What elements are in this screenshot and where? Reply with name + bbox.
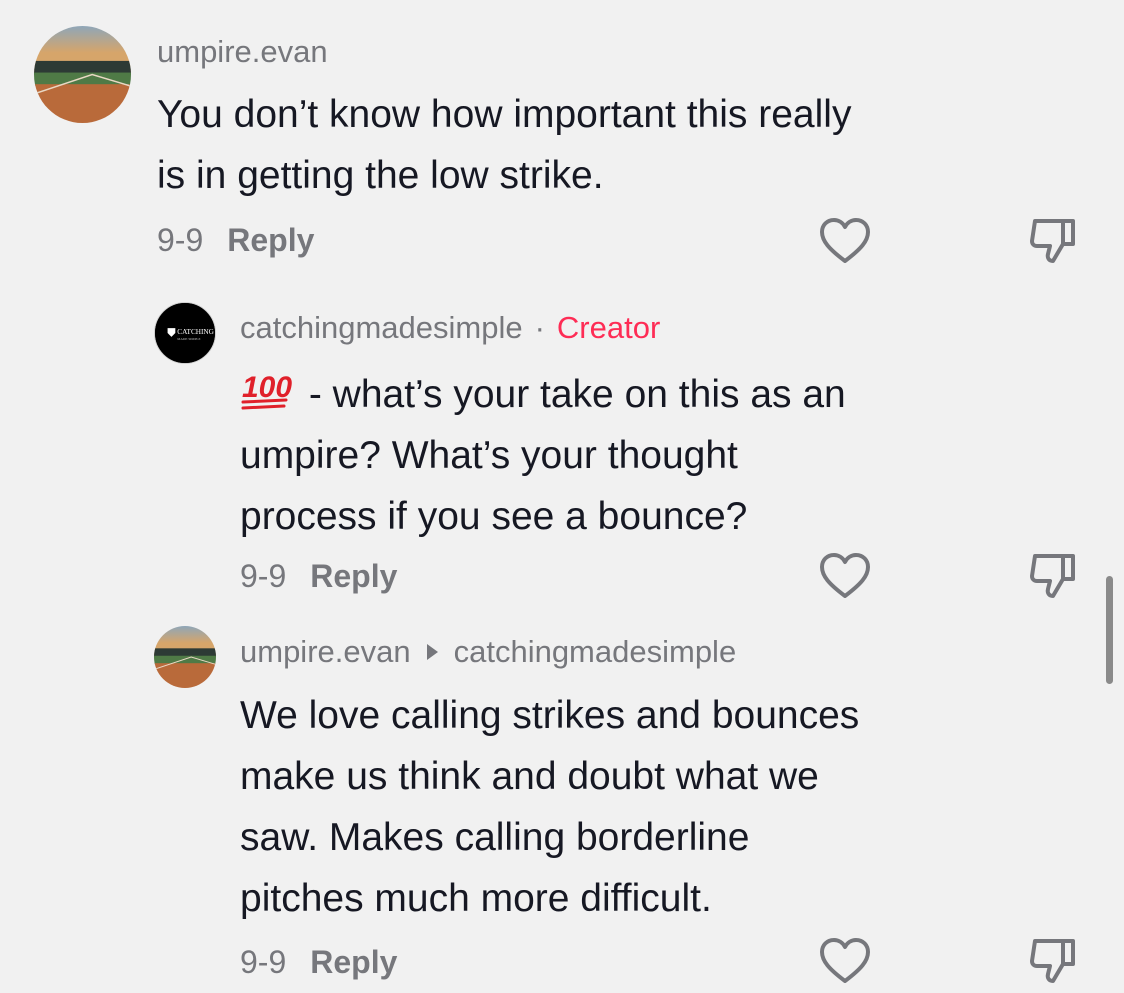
- like-button[interactable]: [817, 213, 873, 269]
- heart-outline-icon: [820, 218, 870, 263]
- comment-text: You don’t know how important this really…: [157, 84, 851, 206]
- username[interactable]: catchingmadesimple: [240, 310, 523, 346]
- logo-text: CATCHING: [177, 328, 214, 336]
- thumbs-down-icon: [1030, 554, 1075, 598]
- scrollbar[interactable]: [1106, 576, 1113, 684]
- comment-date: 9-9: [157, 222, 204, 258]
- comment-date: 9-9: [240, 558, 287, 594]
- avatar[interactable]: [34, 26, 131, 123]
- comment-date: 9-9: [240, 944, 287, 980]
- separator-dot: ·: [534, 310, 545, 345]
- comment-text-line: 100 - what’s your take on this as an: [240, 364, 846, 425]
- logo-subtext: MADE SIMPLE: [177, 337, 200, 341]
- reply-arrow-icon: [426, 644, 438, 660]
- dislike-button[interactable]: [1025, 548, 1081, 604]
- comment-text-line: umpire? What’s your thought: [240, 434, 738, 477]
- reply-button[interactable]: Reply: [310, 558, 397, 594]
- dislike-button[interactable]: [1025, 213, 1081, 269]
- comment-text-line: process if you see a bounce?: [240, 495, 748, 538]
- comment-text-line: saw. Makes calling borderline: [240, 816, 750, 859]
- comment-text-line: You don’t know how important this really: [157, 93, 852, 136]
- reply-to-username[interactable]: catchingmadesimple: [454, 634, 737, 670]
- like-button[interactable]: [817, 548, 873, 604]
- comment-text: 100 - what’s your take on this as an ump…: [240, 364, 846, 547]
- thumbs-down-icon: [1030, 219, 1075, 263]
- comment-text-line: We love calling strikes and bounces: [240, 694, 860, 737]
- comment-username-row: umpire.evan: [157, 34, 328, 70]
- creator-badge: Creator: [556, 310, 661, 345]
- avatar[interactable]: [154, 626, 216, 688]
- thumbs-down-icon: [1030, 939, 1075, 983]
- comment-username-row: umpire.evan catchingmadesimple: [240, 634, 736, 670]
- comment-text-line: pitches much more difficult.: [240, 877, 712, 920]
- comment-meta: 9-9 Reply: [240, 558, 397, 595]
- comment-username-row: catchingmadesimple · Creator: [240, 310, 660, 346]
- comment-text-line: make us think and doubt what we: [240, 755, 819, 798]
- like-button[interactable]: [817, 933, 873, 989]
- 100-emoji-icon: 100: [241, 371, 292, 410]
- comment-meta: 9-9 Reply: [157, 222, 314, 259]
- comment-meta: 9-9 Reply: [240, 944, 397, 981]
- comment-text-segment: - what’s your take on this as an: [298, 373, 846, 416]
- username[interactable]: umpire.evan: [240, 634, 411, 670]
- dislike-button[interactable]: [1025, 933, 1081, 989]
- comment-text-line: is in getting the low strike.: [157, 154, 604, 197]
- comment-text: We love calling strikes and bounces make…: [240, 685, 859, 929]
- heart-outline-icon: [820, 553, 870, 598]
- username[interactable]: umpire.evan: [157, 34, 328, 70]
- avatar[interactable]: CATCHING MADE SIMPLE: [154, 302, 216, 364]
- heart-outline-icon: [820, 938, 870, 983]
- reply-button[interactable]: Reply: [310, 944, 397, 980]
- reply-button[interactable]: Reply: [227, 222, 314, 258]
